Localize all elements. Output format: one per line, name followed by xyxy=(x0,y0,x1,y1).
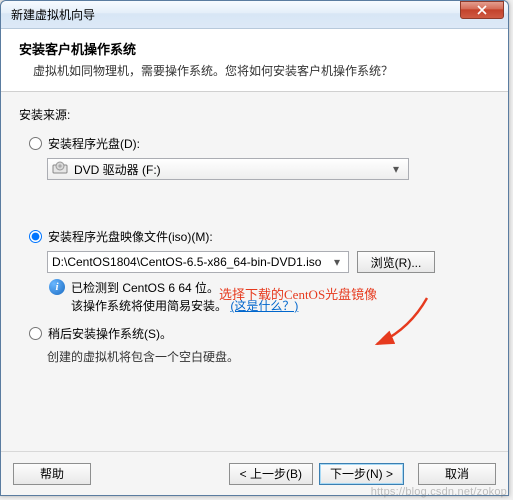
header-title: 安装客户机操作系统 xyxy=(19,39,490,58)
option-later-sub: 创建的虚拟机将包含一个空白硬盘。 xyxy=(47,348,490,365)
radio-iso[interactable] xyxy=(29,230,42,243)
option-iso-label: 安装程序光盘映像文件(iso)(M): xyxy=(48,228,213,245)
option-later[interactable]: 稍后安装操作系统(S)。 xyxy=(29,325,490,342)
info-line-2: 该操作系统将使用简易安装。 xyxy=(71,299,227,313)
install-source-label: 安装来源: xyxy=(19,106,490,123)
dvd-drive-text: DVD 驱动器 (F:) xyxy=(74,161,388,178)
cancel-button[interactable]: 取消 xyxy=(418,463,496,485)
iso-path-combo[interactable]: D:\CentOS1804\CentOS-6.5-x86_64-bin-DVD1… xyxy=(47,251,349,273)
wizard-window: 新建虚拟机向导 安装客户机操作系统 虚拟机如同物理机，需要操作系统。您将如何安装… xyxy=(0,0,509,496)
radio-later[interactable] xyxy=(29,327,42,340)
wizard-footer: 帮助 < 上一步(B) 下一步(N) > 取消 xyxy=(1,451,508,495)
option-disc[interactable]: 安装程序光盘(D): xyxy=(29,135,490,152)
back-button[interactable]: < 上一步(B) xyxy=(229,463,313,485)
chevron-down-icon: ▾ xyxy=(388,162,404,176)
help-button[interactable]: 帮助 xyxy=(13,463,91,485)
chevron-down-icon: ▾ xyxy=(330,255,344,269)
header-subtitle: 虚拟机如同物理机，需要操作系统。您将如何安装客户机操作系统？ xyxy=(19,62,490,79)
titlebar: 新建虚拟机向导 xyxy=(1,1,508,29)
next-button[interactable]: 下一步(N) > xyxy=(319,463,404,485)
close-icon xyxy=(477,5,487,15)
close-button[interactable] xyxy=(460,1,504,19)
option-disc-label: 安装程序光盘(D): xyxy=(48,135,140,152)
annotation-text: 选择下载的CentOS光盘镜像 xyxy=(219,284,377,303)
dvd-drive-dropdown[interactable]: DVD 驱动器 (F:) ▾ xyxy=(47,158,409,180)
iso-path-text: D:\CentOS1804\CentOS-6.5-x86_64-bin-DVD1… xyxy=(52,255,330,269)
option-iso[interactable]: 安装程序光盘映像文件(iso)(M): xyxy=(29,228,490,245)
info-icon: i xyxy=(49,279,65,295)
option-later-label: 稍后安装操作系统(S)。 xyxy=(48,325,172,342)
wizard-header: 安装客户机操作系统 虚拟机如同物理机，需要操作系统。您将如何安装客户机操作系统？ xyxy=(1,29,508,92)
wizard-body: 安装来源: 安装程序光盘(D): DVD 驱动器 (F:) ▾ 选择下载的Cen… xyxy=(1,92,508,451)
window-title: 新建虚拟机向导 xyxy=(11,6,460,23)
dvd-icon xyxy=(52,161,68,178)
radio-disc[interactable] xyxy=(29,137,42,150)
browse-button[interactable]: 浏览(R)... xyxy=(357,251,435,273)
